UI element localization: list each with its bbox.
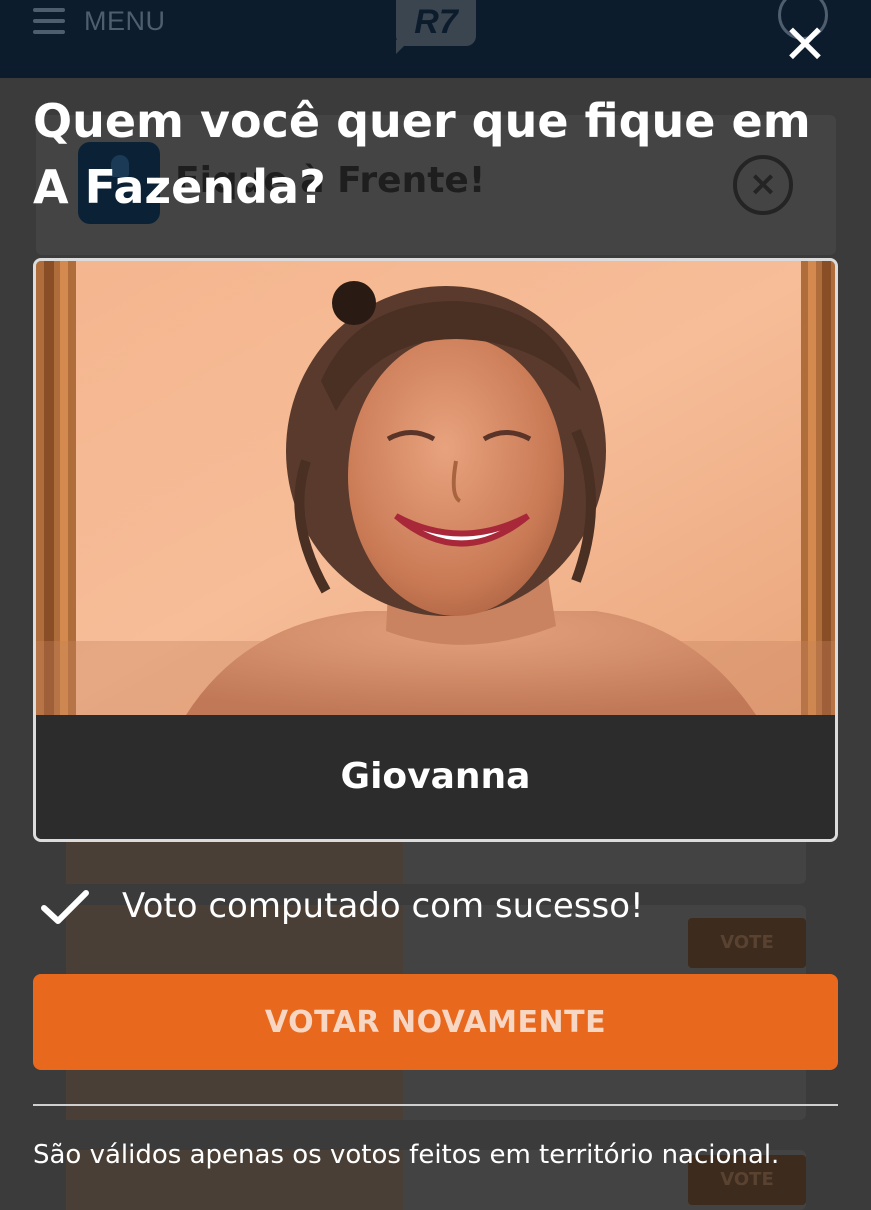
voting-disclaimer: São válidos apenas os votos feitos em te… (33, 1140, 780, 1170)
candidate-name: Giovanna (36, 715, 835, 839)
hamburger-menu-icon[interactable] (33, 8, 65, 34)
candidate-photo (36, 261, 835, 715)
close-overlay-button[interactable]: ✕ (781, 18, 829, 72)
vote-again-button[interactable]: VOTAR NOVAMENTE (33, 974, 838, 1070)
divider (33, 1104, 838, 1106)
checkmark-icon (41, 890, 89, 924)
background-vote-button: VOTE (688, 918, 806, 968)
r7-logo-tail (396, 40, 410, 54)
selected-candidate-card: Giovanna (33, 258, 838, 842)
menu-label[interactable]: MENU (84, 6, 166, 37)
vote-success-message: Voto computado com sucesso! (122, 886, 644, 926)
poll-question-title: Quem você quer que fique em A Fazenda? (33, 94, 811, 214)
top-navigation-bar: MENU R7 (0, 0, 871, 78)
